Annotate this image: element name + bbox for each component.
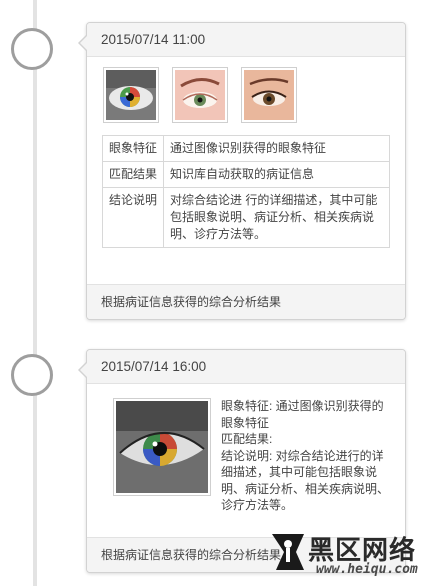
- card-pointer: [78, 361, 88, 379]
- info-table: 眼象特征 通过图像识别获得的眼象特征 匹配结果 知识库自动获取的病证信息 结论说…: [101, 135, 390, 248]
- timeline-card: 2015/07/14 11:00 眼象特征 通过图像识别获得的眼象特征 匹配结果…: [78, 22, 406, 320]
- table-row: 眼象特征 通过图像识别获得的眼象特征: [101, 135, 390, 162]
- card-pointer: [78, 34, 88, 52]
- eye-lashes-image: [244, 70, 294, 120]
- timeline-line: [33, 0, 37, 586]
- eye-thumbnail[interactable]: [103, 67, 159, 123]
- row-label: 眼象特征: [101, 135, 165, 162]
- description-line: 眼象特征: 通过图像识别获得的眼象特征: [221, 399, 384, 430]
- card-timestamp: 2015/07/14 16:00: [87, 350, 405, 384]
- eye-iris-image: [106, 70, 156, 120]
- card-footer: 根据病证信息获得的综合分析结果: [87, 284, 405, 319]
- eye-thumbnail[interactable]: [241, 67, 297, 123]
- watermark: 黑区网络 www.heiqu.com: [268, 528, 430, 580]
- watermark-url: www.heiqu.com: [316, 562, 418, 577]
- timeline-node: [11, 354, 53, 396]
- eye-brow-image: [175, 70, 225, 120]
- row-label: 匹配结果: [101, 161, 165, 188]
- description-line: 匹配结果:: [221, 432, 273, 446]
- watermark-logo-icon: [272, 534, 304, 570]
- card-timestamp: 2015/07/14 11:00: [87, 23, 405, 57]
- row-value: 知识库自动获取的病证信息: [163, 161, 390, 188]
- eye-thumbnail[interactable]: [172, 67, 228, 123]
- description-line: 结论说明: 对综合结论进行的详细描述，其中可能包括眼象说明、病证分析、相关疾病说…: [221, 448, 390, 513]
- row-value: 对综合结论进 行的详细描述，其中可能包括眼象说明、病证分析、相关疾病说明、诊疗方…: [163, 187, 390, 248]
- row-label: 结论说明: [101, 187, 165, 248]
- table-row: 结论说明 对综合结论进 行的详细描述，其中可能包括眼象说明、病证分析、相关疾病说…: [101, 187, 390, 248]
- timeline-node: [11, 28, 53, 70]
- eye-photo[interactable]: [113, 398, 211, 496]
- description-text: 眼象特征: 通过图像识别获得的眼象特征 匹配结果: 结论说明: 对综合结论进行的…: [221, 398, 391, 514]
- table-row: 匹配结果 知识库自动获取的病证信息: [101, 161, 390, 188]
- eye-closeup-image: [116, 401, 208, 493]
- row-value: 通过图像识别获得的眼象特征: [163, 135, 390, 162]
